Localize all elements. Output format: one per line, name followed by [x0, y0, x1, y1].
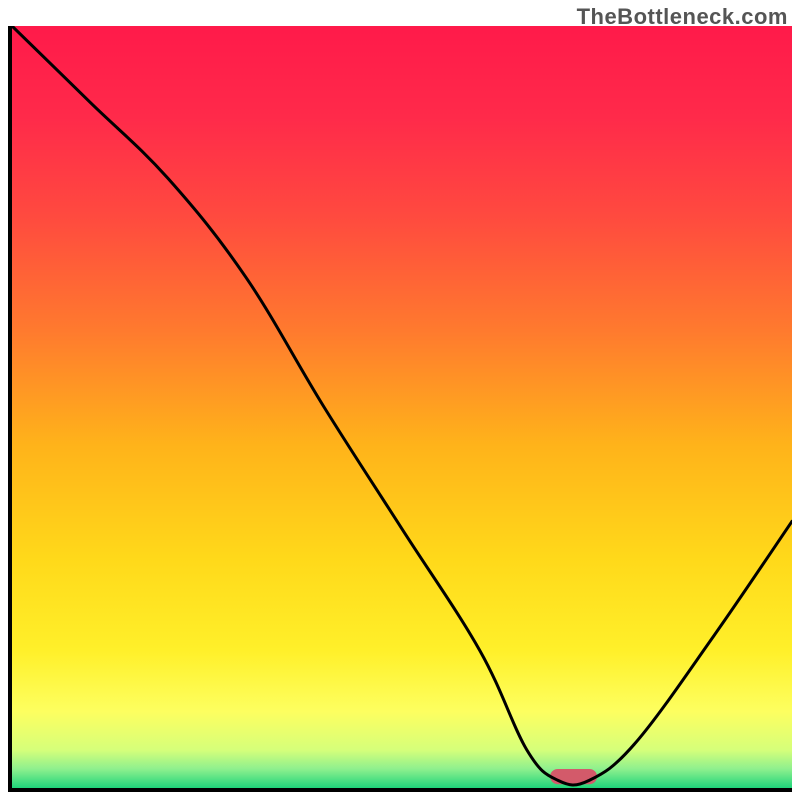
plot-area — [8, 26, 792, 792]
watermark: TheBottleneck.com — [577, 4, 788, 30]
highlight-pill — [550, 769, 597, 784]
marker-layer — [550, 769, 597, 784]
chart-svg — [12, 26, 792, 788]
